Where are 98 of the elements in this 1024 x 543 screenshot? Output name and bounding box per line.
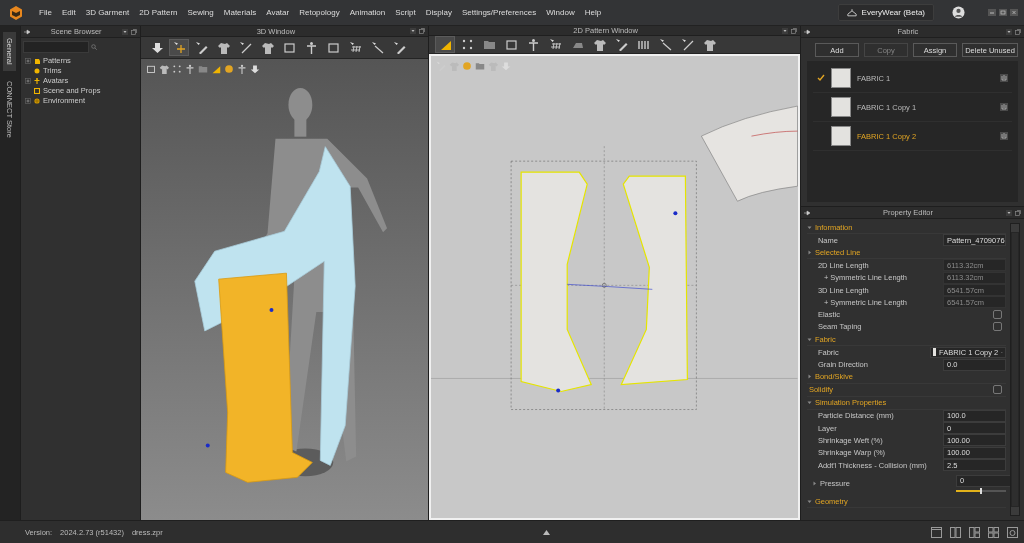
down-arrow-icon[interactable] xyxy=(250,63,261,74)
menu-item[interactable]: File xyxy=(34,6,57,19)
circle-icon[interactable] xyxy=(224,63,235,74)
expanded-arrow-icon[interactable] xyxy=(806,400,812,406)
menu-item[interactable]: Retopology xyxy=(294,6,345,19)
collapsed-arrow-icon[interactable] xyxy=(806,249,812,255)
circle-icon xyxy=(33,67,40,74)
expand-icon[interactable] xyxy=(24,57,31,64)
collapsed-arrow-icon[interactable] xyxy=(811,480,817,486)
export-icon[interactable] xyxy=(1000,74,1008,82)
shirt-icon[interactable] xyxy=(592,38,606,52)
search-field[interactable] xyxy=(22,41,89,53)
folder-icon[interactable] xyxy=(475,61,486,72)
figure-icon[interactable] xyxy=(237,63,248,74)
checkbox[interactable] xyxy=(993,385,1002,395)
pin-icon[interactable] xyxy=(803,209,810,216)
hanger-icon xyxy=(846,8,857,17)
close-icon[interactable] xyxy=(1010,9,1018,16)
folder-icon[interactable] xyxy=(482,38,496,52)
minimize-icon[interactable] xyxy=(988,9,996,16)
folder-icon[interactable] xyxy=(198,63,209,74)
float-icon[interactable] xyxy=(1015,209,1021,216)
globe-icon xyxy=(33,97,40,104)
menu-item[interactable]: Avatar xyxy=(261,6,295,19)
float-icon[interactable] xyxy=(1015,28,1021,35)
dropdown-icon[interactable] xyxy=(1006,209,1012,216)
collapsed-arrow-icon[interactable] xyxy=(806,374,812,380)
figure-icon[interactable] xyxy=(526,38,540,52)
dropdown-icon[interactable] xyxy=(122,28,129,35)
needle-icon[interactable] xyxy=(238,41,252,55)
slider-track[interactable] xyxy=(956,489,1006,492)
menu-item[interactable]: Materials xyxy=(218,6,262,19)
pen-icon[interactable] xyxy=(614,38,628,52)
logo-icon xyxy=(8,4,24,21)
menu-item[interactable]: 2D Pattern xyxy=(134,6,183,19)
scroll-bar[interactable] xyxy=(1010,223,1020,516)
three-view-icon[interactable] xyxy=(969,526,980,538)
render-view-icon[interactable] xyxy=(1007,526,1018,538)
square-icon[interactable] xyxy=(504,38,518,52)
expanded-arrow-icon[interactable] xyxy=(806,336,812,342)
menu-item[interactable]: Settings/Preferences xyxy=(456,6,542,19)
figure-icon xyxy=(33,77,40,84)
export-icon[interactable] xyxy=(1000,132,1008,140)
points-icon[interactable] xyxy=(460,38,474,52)
needle-icon[interactable] xyxy=(680,38,694,52)
product-button[interactable]: EveryWear (Beta) xyxy=(837,4,934,21)
square-icon[interactable] xyxy=(282,41,296,55)
cursor-icon[interactable] xyxy=(172,41,186,55)
box-icon xyxy=(33,87,40,94)
search-icon[interactable] xyxy=(90,44,97,50)
export-icon[interactable] xyxy=(1000,103,1008,111)
menu-item[interactable]: Animation xyxy=(344,6,391,19)
menu-item[interactable]: Sewing xyxy=(182,6,219,19)
pin-icon[interactable] xyxy=(23,28,30,35)
checkbox[interactable] xyxy=(993,310,1002,320)
menu-item[interactable]: Help xyxy=(579,6,607,19)
quad-view-icon[interactable] xyxy=(988,526,999,538)
pin-icon[interactable] xyxy=(803,28,810,35)
split-view-icon[interactable] xyxy=(950,526,961,538)
expanded-arrow-icon[interactable] xyxy=(806,224,812,230)
figure-icon[interactable] xyxy=(185,63,196,74)
expanded-arrow-icon[interactable] xyxy=(806,498,812,504)
dropdown-icon[interactable] xyxy=(781,27,788,34)
menu-item[interactable]: Edit xyxy=(56,6,81,19)
menu-item[interactable]: 3D Garment xyxy=(80,6,135,19)
fabric-swatch xyxy=(830,97,851,117)
pen-icon[interactable] xyxy=(392,41,406,55)
square-icon[interactable] xyxy=(146,63,157,74)
expand-icon[interactable] xyxy=(24,97,31,104)
pattern-icon xyxy=(33,57,40,64)
points-icon[interactable] xyxy=(172,63,183,74)
grid-icon[interactable] xyxy=(348,41,362,55)
shirt-icon[interactable] xyxy=(260,41,274,55)
grid-icon[interactable] xyxy=(548,38,562,52)
line-icon[interactable] xyxy=(370,41,384,55)
checkbox[interactable] xyxy=(993,322,1002,332)
down-arrow-icon[interactable] xyxy=(150,41,164,55)
menu-item[interactable]: Window xyxy=(541,6,580,19)
restore-icon[interactable] xyxy=(999,9,1007,16)
up-arrow-icon[interactable] xyxy=(543,529,551,535)
bars-icon[interactable] xyxy=(636,38,650,52)
fabric-swatch xyxy=(830,68,851,88)
expand-icon[interactable] xyxy=(24,77,31,84)
menu-item[interactable]: Display xyxy=(420,6,457,19)
fabric-swatch xyxy=(830,126,851,146)
single-view-icon[interactable] xyxy=(931,526,942,538)
shirt-icon[interactable] xyxy=(216,41,230,55)
figure-icon[interactable] xyxy=(304,41,318,55)
shirt-icon[interactable] xyxy=(159,63,170,74)
dropdown-icon[interactable] xyxy=(410,28,417,35)
pen-icon[interactable] xyxy=(194,41,208,55)
checkmark-icon xyxy=(816,74,825,82)
line-icon[interactable] xyxy=(658,38,672,52)
user-avatar-icon[interactable] xyxy=(952,6,965,19)
dropdown-icon[interactable] xyxy=(1006,28,1012,35)
menu-item[interactable]: Script xyxy=(390,6,421,19)
square-icon[interactable] xyxy=(326,41,340,55)
shirt-icon[interactable] xyxy=(702,38,716,52)
